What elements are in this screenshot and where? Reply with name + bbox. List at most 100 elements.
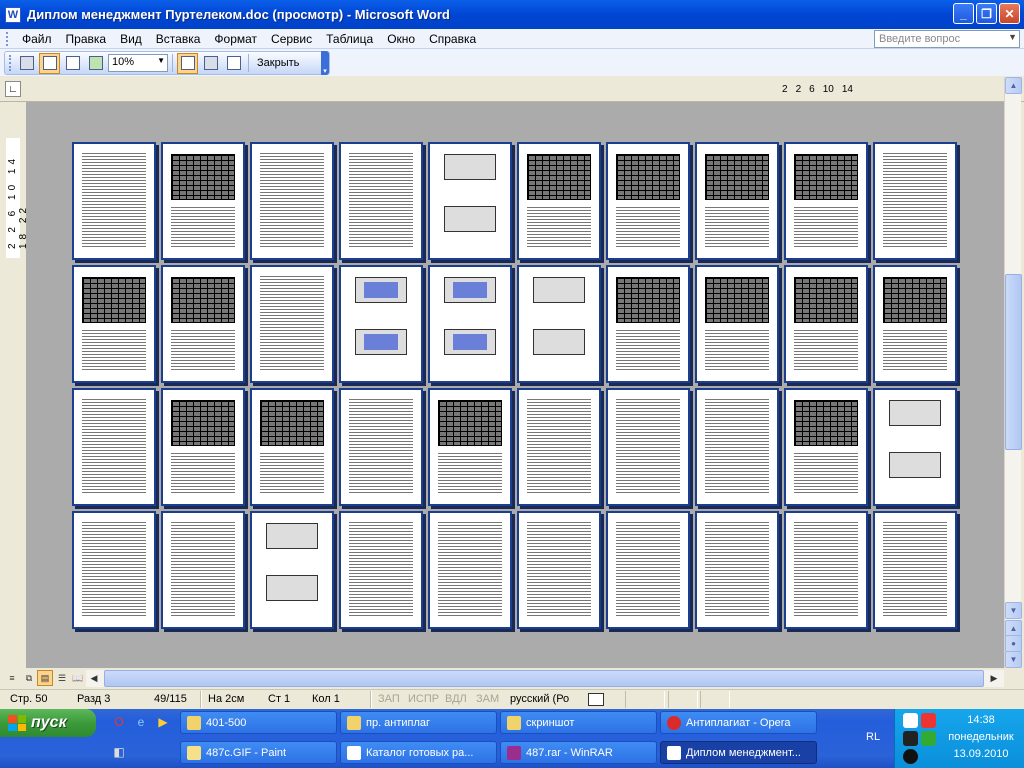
page-thumbnail[interactable] — [72, 388, 156, 506]
zoom-select[interactable]: 10% ▼ — [108, 54, 168, 72]
scroll-left-icon[interactable]: ◀ — [86, 670, 102, 686]
maximize-button[interactable]: ❐ — [976, 3, 997, 24]
page-thumbnail[interactable] — [517, 388, 601, 506]
taskbar-task-opera[interactable]: Антиплагиат - Opera — [660, 711, 817, 734]
page-thumbnail[interactable] — [517, 142, 601, 260]
menu-table[interactable]: Таблица — [319, 32, 380, 46]
page-thumbnail[interactable] — [428, 388, 512, 506]
menu-file[interactable]: Файл — [15, 32, 59, 46]
taskbar-task-folder-antiplag[interactable]: пр. антиплаг — [340, 711, 497, 734]
vertical-scrollbar[interactable]: ▲ ▼ ▲ ● ▼ — [1004, 77, 1022, 668]
status-extend[interactable]: ВДЛ — [445, 693, 467, 705]
chevron-down-icon[interactable]: ▼ — [1008, 32, 1017, 42]
page-thumbnail[interactable] — [339, 142, 423, 260]
multiple-pages-button[interactable] — [85, 53, 106, 74]
toolbar-grip[interactable] — [9, 55, 12, 71]
page-thumbnail[interactable] — [606, 265, 690, 383]
full-screen-button[interactable] — [223, 53, 244, 74]
antivirus-alert-icon[interactable] — [921, 713, 936, 728]
menu-format[interactable]: Формат — [207, 32, 264, 46]
page-thumbnail[interactable] — [161, 265, 245, 383]
close-preview-button[interactable]: Закрыть — [253, 57, 303, 69]
page-thumbnail[interactable] — [250, 511, 334, 629]
taskbar-task-winrar[interactable]: 487.rar - WinRAR — [500, 741, 657, 764]
shrink-to-fit-button[interactable] — [200, 53, 221, 74]
taskbar-task-folder-401-500[interactable]: 401-500 — [180, 711, 337, 734]
one-page-button[interactable] — [62, 53, 83, 74]
page-thumbnail[interactable] — [873, 142, 957, 260]
reading-layout-view-icon[interactable]: 📖 — [70, 670, 86, 686]
page-thumbnail[interactable] — [72, 511, 156, 629]
internet-explorer-icon[interactable]: e — [132, 713, 150, 731]
spelling-status-icon[interactable] — [588, 693, 604, 706]
vertical-ruler[interactable]: 2 2 6 10 14 18 22 — [4, 102, 29, 668]
page-thumbnail[interactable] — [606, 142, 690, 260]
outline-view-icon[interactable]: ☰ — [54, 670, 70, 686]
print-layout-view-icon[interactable]: ▤ — [37, 670, 53, 686]
page-thumbnail[interactable] — [873, 511, 957, 629]
close-button[interactable]: ✕ — [999, 3, 1020, 24]
page-thumbnail[interactable] — [161, 388, 245, 506]
help-search-input[interactable]: Введите вопрос ▼ — [874, 30, 1020, 48]
taskbar-task-catalog[interactable]: Каталог готовых ра... — [340, 741, 497, 764]
sound-tray-icon[interactable] — [903, 749, 918, 764]
page-thumbnail[interactable] — [428, 142, 512, 260]
network-icon[interactable] — [903, 713, 918, 728]
menu-insert[interactable]: Вставка — [149, 32, 208, 46]
taskbar-task-paint[interactable]: 487c.GIF - Paint — [180, 741, 337, 764]
page-thumbnail[interactable] — [606, 511, 690, 629]
page-thumbnail[interactable] — [784, 511, 868, 629]
horizontal-scroll-thumb[interactable] — [104, 670, 984, 687]
vertical-scroll-thumb[interactable] — [1005, 274, 1022, 450]
magnifier-button[interactable] — [39, 52, 60, 74]
page-thumbnail[interactable] — [339, 388, 423, 506]
clock[interactable]: 14:38 понедельник 13.09.2010 — [941, 712, 1021, 763]
tab-selector-icon[interactable]: ∟ — [5, 81, 21, 97]
menu-tools[interactable]: Сервис — [264, 32, 319, 46]
page-thumbnail[interactable] — [695, 142, 779, 260]
page-thumbnail[interactable] — [873, 265, 957, 383]
page-thumbnail[interactable] — [250, 388, 334, 506]
page-thumbnail[interactable] — [517, 265, 601, 383]
view-ruler-button[interactable] — [177, 52, 198, 74]
status-record[interactable]: ЗАП — [378, 693, 400, 705]
page-thumbnail[interactable] — [606, 388, 690, 506]
update-tray-icon[interactable] — [921, 731, 936, 746]
page-thumbnail[interactable] — [517, 511, 601, 629]
scroll-down-icon[interactable]: ▼ — [1005, 602, 1022, 619]
select-browse-object-icon[interactable]: ● — [1005, 635, 1022, 652]
menu-edit[interactable]: Правка — [59, 32, 114, 46]
page-thumbnail[interactable] — [784, 265, 868, 383]
language-indicator[interactable]: RL — [866, 731, 880, 743]
toolbar-options-icon[interactable]: ▾ — [321, 51, 329, 75]
menu-help[interactable]: Справка — [422, 32, 483, 46]
show-desktop-icon[interactable]: ◧ — [110, 743, 128, 761]
scroll-right-icon[interactable]: ▶ — [986, 670, 1002, 686]
page-thumbnail[interactable] — [784, 142, 868, 260]
media-tray-icon[interactable] — [903, 731, 918, 746]
page-thumbnail[interactable] — [784, 388, 868, 506]
page-thumbnail[interactable] — [428, 265, 512, 383]
page-thumbnail[interactable] — [873, 388, 957, 506]
media-player-icon[interactable]: ▶ — [154, 713, 172, 731]
taskbar-task-folder-screenshot[interactable]: скриншот — [500, 711, 657, 734]
menu-view[interactable]: Вид — [113, 32, 149, 46]
status-track-changes[interactable]: ИСПР — [408, 693, 439, 705]
taskbar-task-word-diploma[interactable]: Диплом менеджмент... — [660, 741, 817, 764]
page-thumbnail[interactable] — [339, 511, 423, 629]
page-thumbnail[interactable] — [339, 265, 423, 383]
scroll-up-icon[interactable]: ▲ — [1005, 77, 1022, 94]
opera-quicklaunch-icon[interactable]: O — [110, 713, 128, 731]
web-layout-view-icon[interactable]: ⧉ — [21, 670, 37, 686]
page-thumbnail[interactable] — [695, 511, 779, 629]
page-thumbnail[interactable] — [161, 511, 245, 629]
page-thumbnail[interactable] — [250, 142, 334, 260]
document-preview-area[interactable] — [26, 102, 1004, 668]
next-page-icon[interactable]: ▼ — [1005, 651, 1022, 668]
page-thumbnail[interactable] — [695, 388, 779, 506]
page-thumbnail[interactable] — [695, 265, 779, 383]
minimize-button[interactable]: _ — [953, 3, 974, 24]
start-button[interactable]: пуск — [0, 709, 96, 737]
print-button[interactable] — [16, 53, 37, 74]
horizontal-ruler[interactable]: 2 2 6 10 14 — [782, 82, 872, 96]
